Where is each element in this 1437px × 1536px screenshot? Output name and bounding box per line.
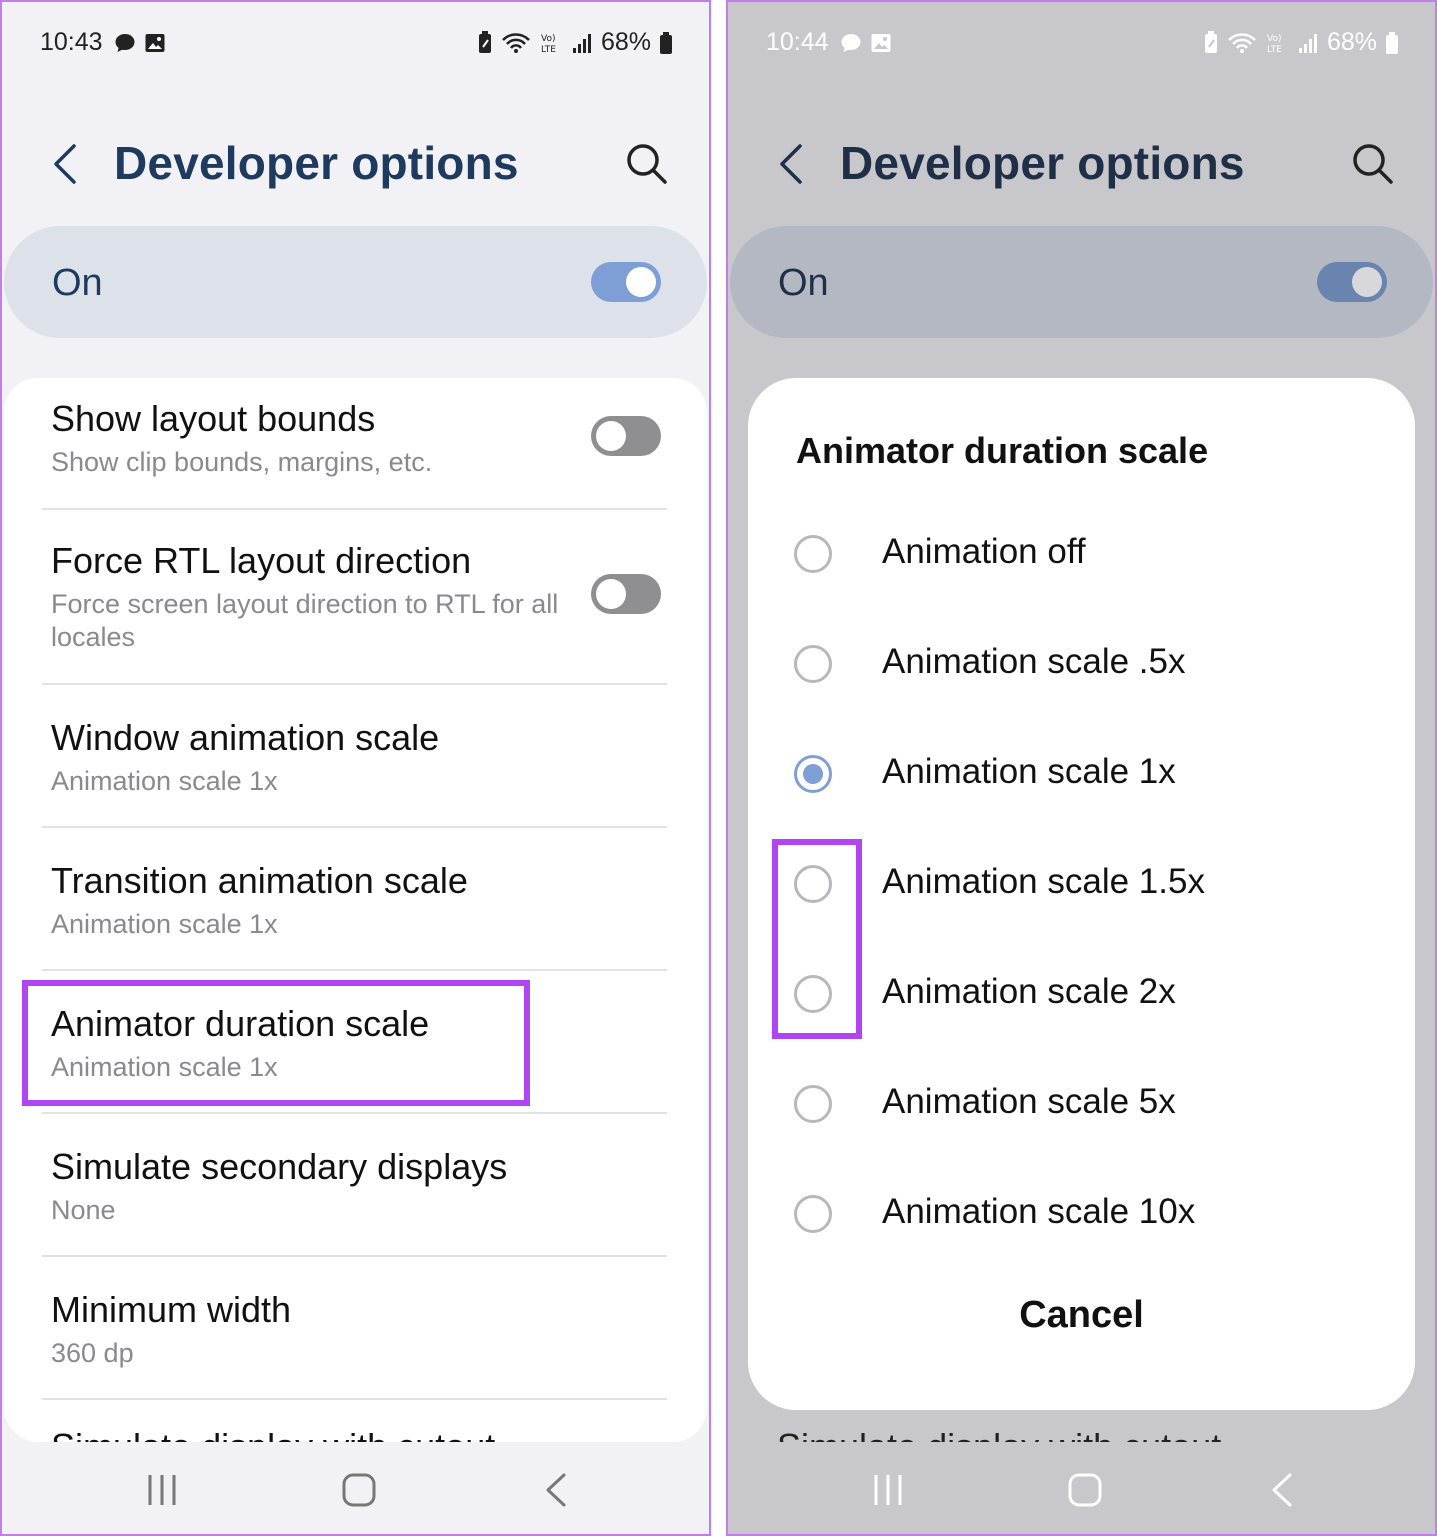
app-bar: Developer options [728,122,1435,206]
chevron-left-icon[interactable] [48,140,84,188]
setting-summary: Animation scale 1x [51,909,278,939]
master-toggle [1317,262,1387,302]
dialog-title: Animator duration scale [796,430,1209,471]
option-label: Animation off [882,532,1086,571]
option-label: Animation scale 10x [882,1192,1196,1231]
setting-summary: Show clip bounds, margins, etc. [51,447,433,477]
recent-apps-icon[interactable] [870,1472,906,1508]
radio-button[interactable] [794,645,832,683]
setting-minimum-width[interactable]: Minimum width 360 dp [42,1255,667,1400]
setting-simulate-secondary-displays[interactable]: Simulate secondary displays None [42,1112,667,1257]
radio-button[interactable] [794,1085,832,1123]
option-label: Animation scale 2x [882,972,1176,1011]
option-label: Animation scale 1x [882,752,1176,791]
option-animation-scale-1x[interactable]: Animation scale 1x [794,720,1375,830]
setting-summary: None [51,1195,116,1225]
left-screen: 10:43 Vo) LTE 68% Developer options On Sh… [0,0,711,1536]
chevron-left-icon[interactable] [774,140,810,188]
master-switch-label: On [52,262,103,304]
setting-title: Transition animation scale [51,860,468,901]
show-layout-bounds-toggle[interactable] [591,416,661,456]
gallery-icon [871,34,891,52]
setting-summary: Force screen layout direction to RTL for… [51,589,559,652]
cancel-button[interactable]: Cancel [748,1294,1415,1337]
navigation-bar [728,1446,1435,1534]
option-label: Animation scale 1.5x [882,862,1205,901]
svg-text:LTE: LTE [1267,45,1282,55]
gallery-icon [145,34,165,52]
setting-summary: 360 dp [51,1338,134,1368]
right-screen: 10:44 Vo)LTE 68% Developer options On Si… [726,0,1437,1536]
battery-saver-icon [478,30,491,53]
status-bar: 10:43 Vo) LTE 68% [40,28,673,64]
setting-show-layout-bounds[interactable]: Show layout bounds Show clip bounds, mar… [42,378,667,510]
search-icon[interactable] [625,142,669,186]
signal-icon [1298,33,1317,53]
radio-button[interactable] [794,535,832,573]
back-icon[interactable] [1268,1472,1298,1508]
svg-text:Vo): Vo) [1267,34,1281,44]
setting-summary: Animation scale 1x [51,766,278,796]
chat-icon [841,34,861,52]
home-icon[interactable] [1066,1472,1104,1508]
page-title: Developer options [114,137,519,189]
option-animation-scale-0-5x[interactable]: Animation scale .5x [794,610,1375,720]
status-time: 10:43 [40,28,103,56]
highlight-box [772,839,862,1039]
app-bar: Developer options [2,122,709,206]
chat-icon [115,34,135,52]
master-switch-row: On [730,226,1433,338]
battery-percent: 68% [600,28,651,56]
option-animation-scale-1-5x[interactable]: Animation scale 1.5x [794,830,1375,940]
setting-simulate-cutout-partial: Simulate display with cutout [777,1426,1221,1442]
status-time: 10:44 [766,28,829,56]
wifi-icon [1228,32,1256,53]
svg-text:Vo): Vo) [541,34,555,44]
search-icon[interactable] [1351,142,1395,186]
svg-text:LTE: LTE [541,45,556,55]
volte-icon: Vo)LTE [1267,34,1282,55]
radio-button[interactable] [794,1195,832,1233]
master-switch-label: On [778,262,829,304]
setting-title: Force RTL layout direction [51,540,472,581]
wifi-icon [502,32,530,53]
volte-icon: Vo)LTE [541,34,556,55]
battery-icon [1386,31,1398,54]
setting-simulate-cutout-partial[interactable]: Simulate display with cutout [51,1426,495,1442]
signal-icon [572,33,591,53]
navigation-bar [2,1446,709,1534]
setting-title: Window animation scale [51,717,440,758]
battery-percent: 68% [1326,28,1377,56]
option-label: Animation scale .5x [882,642,1186,681]
setting-title: Minimum width [51,1289,292,1330]
home-icon[interactable] [340,1472,378,1508]
option-animation-scale-2x[interactable]: Animation scale 2x [794,940,1375,1050]
settings-list: Show layout bounds Show clip bounds, mar… [4,378,707,1442]
master-switch-row[interactable]: On [4,226,707,338]
page-title: Developer options [840,137,1245,189]
setting-window-animation-scale[interactable]: Window animation scale Animation scale 1… [42,683,667,828]
master-toggle[interactable] [591,262,661,302]
battery-icon [660,31,672,54]
setting-title: Show layout bounds [51,398,376,439]
setting-title: Simulate secondary displays [51,1146,508,1187]
recent-apps-icon[interactable] [144,1472,180,1508]
setting-transition-animation-scale[interactable]: Transition animation scale Animation sca… [42,826,667,971]
status-bar: 10:44 Vo) LTE 68% [766,28,1399,64]
setting-force-rtl[interactable]: Force RTL layout direction Force screen … [42,508,667,685]
option-animation-scale-10x[interactable]: Animation scale 10x [794,1160,1375,1270]
battery-saver-icon [1204,30,1217,53]
back-icon[interactable] [542,1472,572,1508]
option-animation-scale-5x[interactable]: Animation scale 5x [794,1050,1375,1160]
highlight-box [22,980,530,1106]
option-label: Animation scale 5x [882,1082,1176,1121]
force-rtl-toggle[interactable] [591,574,661,614]
radio-button-checked[interactable] [794,755,832,793]
option-animation-off[interactable]: Animation off [794,500,1375,610]
